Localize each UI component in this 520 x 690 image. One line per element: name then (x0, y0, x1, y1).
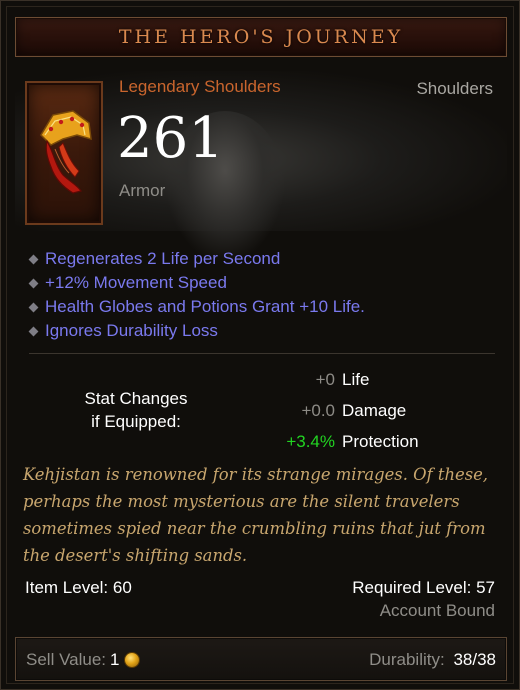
tooltip-footer: Sell Value: 1 Durability: 38/38 (15, 637, 507, 681)
affix-item: Ignores Durability Loss (28, 319, 499, 343)
affix-item: Regenerates 2 Life per Second (28, 247, 499, 271)
affix-text: +12% Movement Speed (45, 273, 227, 292)
affix-item: +12% Movement Speed (28, 271, 499, 295)
affix-item: Health Globes and Potions Grant +10 Life… (28, 295, 499, 319)
gold-coin-icon (125, 653, 140, 667)
sell-value: Sell Value: 1 (26, 650, 140, 670)
affix-text: Health Globes and Potions Grant +10 Life… (45, 297, 365, 316)
stat-row-protection: +3.4% Protection (221, 429, 481, 460)
flavor-text: Kehjistan is renowned for its strange mi… (23, 465, 489, 565)
item-slot-label: Shoulders (416, 79, 493, 98)
stat-name: Damage (342, 401, 407, 420)
stat-changes-heading-line: if Equipped: (91, 412, 181, 431)
diamond-bullet-icon (28, 302, 39, 313)
diamond-bullet-icon (28, 254, 39, 265)
stat-row-life: +0 Life (221, 367, 481, 398)
diamond-bullet-icon (28, 278, 39, 289)
stat-value: +0 (315, 370, 335, 389)
stat-value: +0.0 (301, 401, 335, 420)
item-level: Item Level: 60 (25, 578, 132, 597)
section-divider (29, 353, 495, 354)
stat-changes-heading-line: Stat Changes (84, 389, 188, 408)
affix-text: Ignores Durability Loss (45, 321, 218, 340)
stat-changes-list: +0 Life +0.0 Damage +3.4% Protection (221, 367, 481, 460)
diamond-bullet-icon (28, 326, 39, 337)
armor-label: Armor (119, 181, 166, 200)
stat-changes-heading: Stat Changes if Equipped: (59, 387, 213, 433)
sell-value-label: Sell Value: (26, 650, 107, 669)
durability-label: Durability: (369, 650, 445, 669)
item-tooltip: THE HERO'S JOURNEY Legendary Shoulders S… (0, 0, 520, 690)
durability: Durability: 38/38 (369, 650, 496, 670)
item-icon-slot (25, 81, 103, 225)
sell-value-amount: 1 (110, 650, 120, 669)
stat-value: +3.4% (286, 432, 335, 451)
required-level: Required Level: 57 (352, 578, 495, 597)
affix-text: Regenerates 2 Life per Second (45, 249, 281, 268)
durability-value: 38/38 (453, 650, 496, 669)
item-title: THE HERO'S JOURNEY (118, 26, 404, 48)
item-quality-type: Legendary Shoulders (119, 77, 281, 96)
affix-list: Regenerates 2 Life per Second +12% Movem… (28, 247, 499, 343)
stat-name: Protection (342, 432, 419, 451)
stat-row-damage: +0.0 Damage (221, 398, 481, 429)
stat-name: Life (342, 370, 370, 389)
armor-value: 261 (117, 106, 224, 171)
binding-status: Account Bound (379, 601, 495, 620)
legendary-shoulders-icon (40, 110, 92, 194)
title-bar: THE HERO'S JOURNEY (15, 17, 507, 57)
